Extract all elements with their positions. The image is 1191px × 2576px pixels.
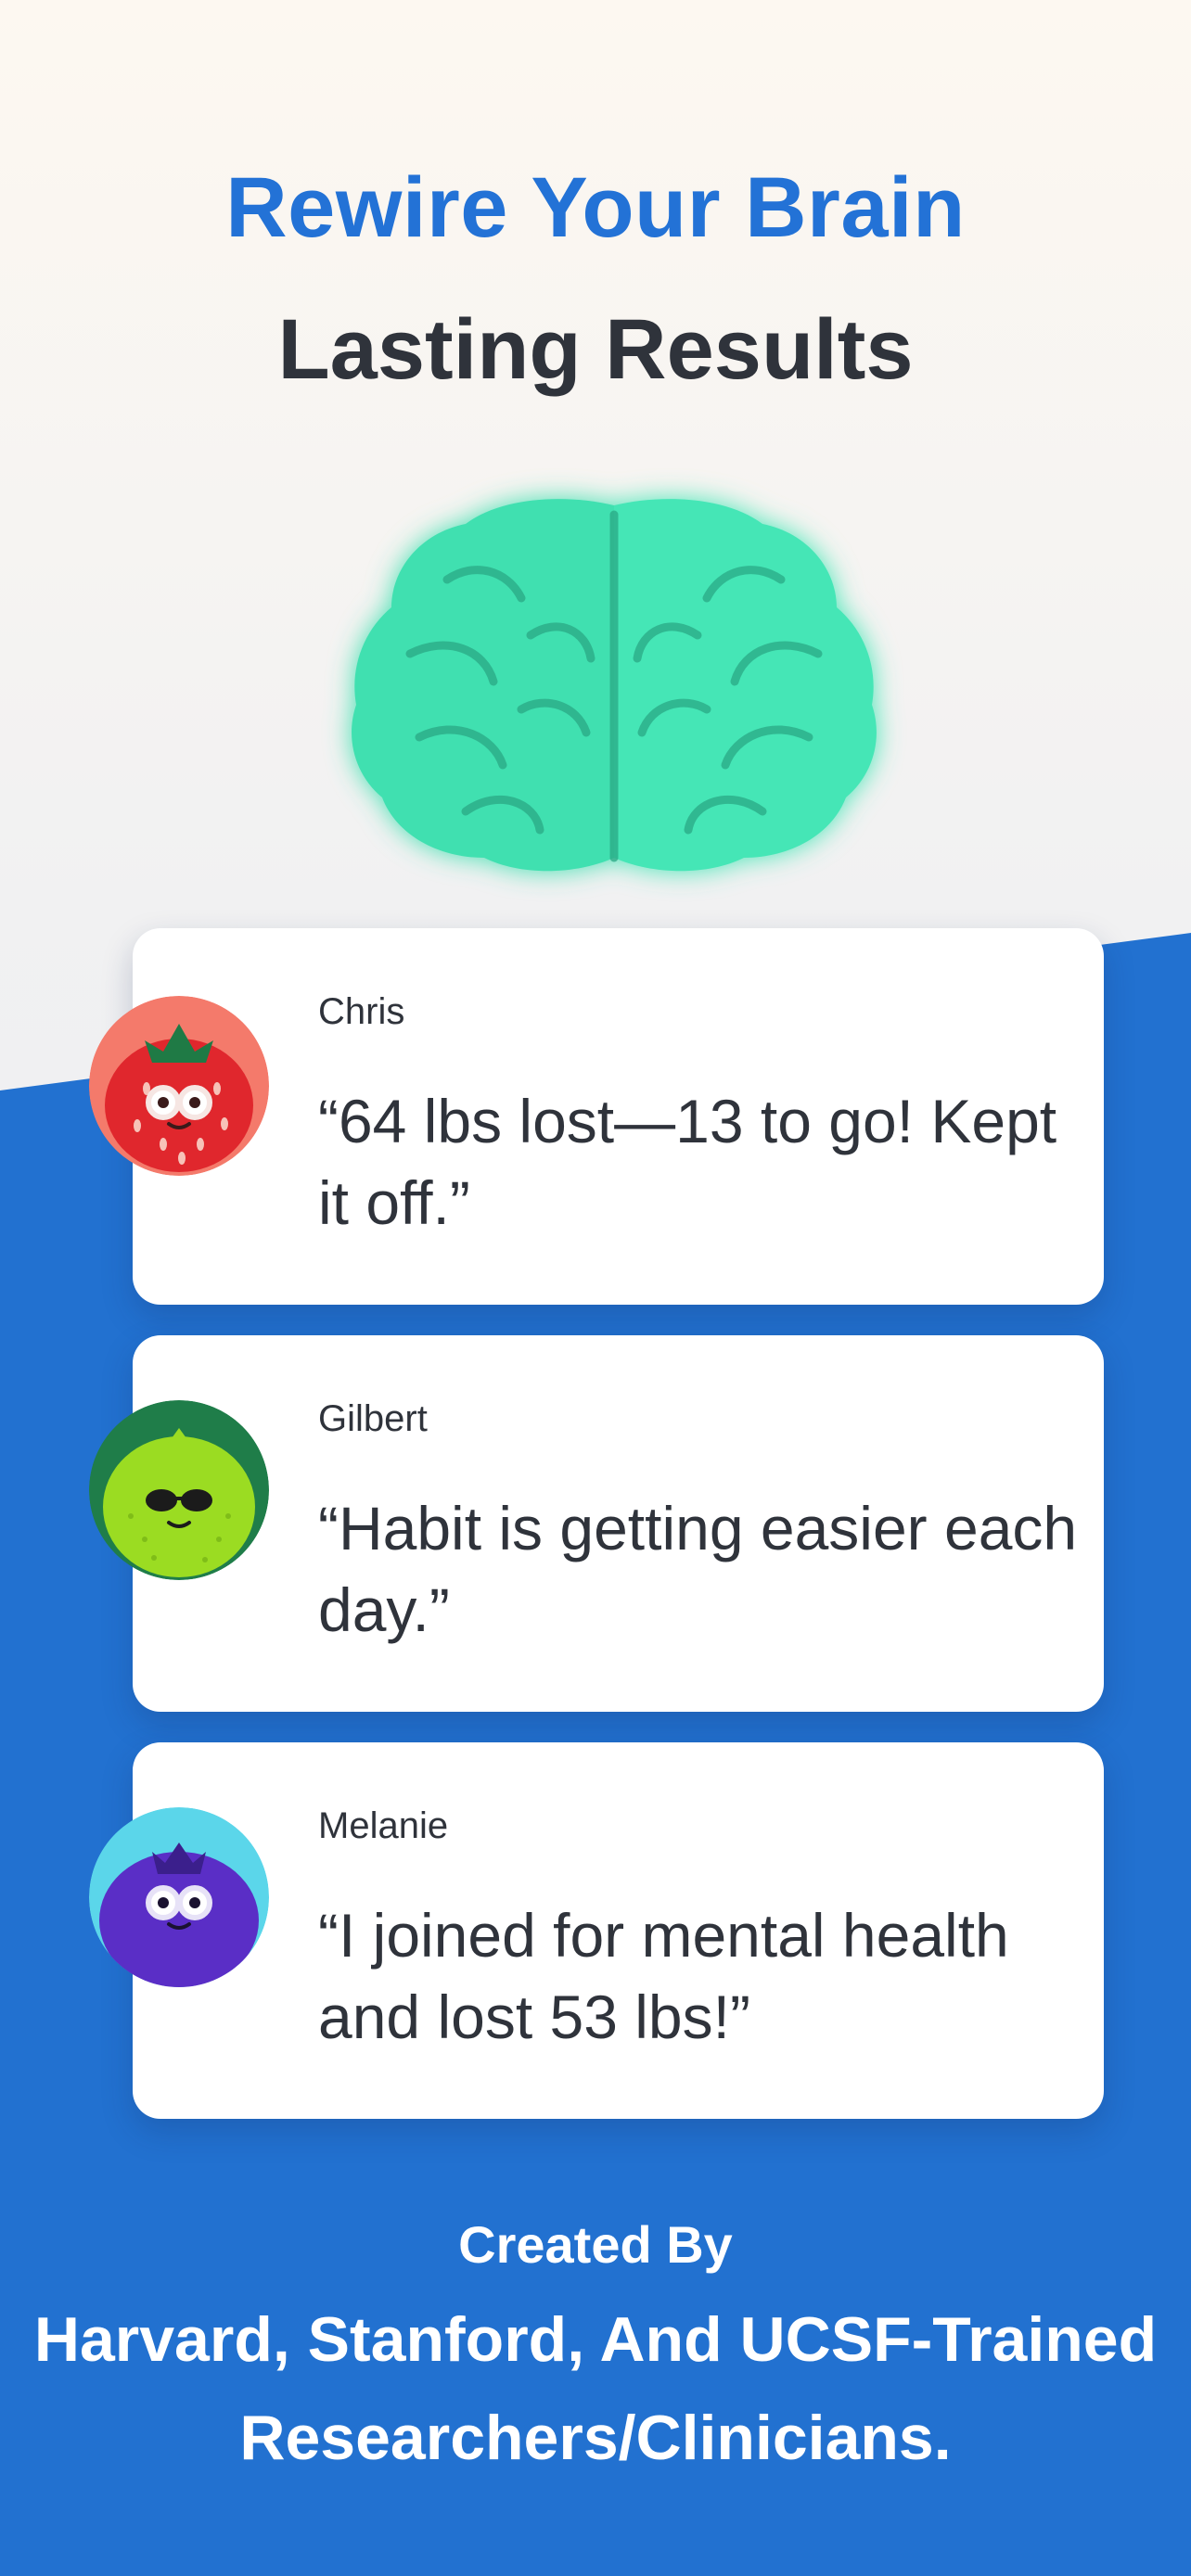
created-by-label: Created By: [458, 2215, 733, 2274]
brain-icon: [352, 499, 877, 872]
testimonial-quote: “64 lbs lost—13 to go! Kept it off.”: [318, 1087, 1057, 1237]
page-title: Rewire Your Brain: [225, 160, 966, 255]
testimonial-name: Chris: [318, 991, 405, 1032]
testimonial-card: Chris “64 lbs lost—13 to go! Kept it off…: [133, 928, 1104, 1305]
testimonial-card: Gilbert “Habit is getting easier each da…: [133, 1335, 1104, 1712]
blueberry-avatar-icon: [89, 1807, 269, 1987]
credits-text: Harvard, Stanford, And UCSF-Trained Rese…: [33, 2304, 1158, 2473]
strawberry-avatar-icon: [89, 996, 269, 1176]
testimonial-card: Melanie “I joined for mental health and …: [133, 1742, 1104, 2119]
testimonial-quote: “I joined for mental health and lost 53 …: [318, 1901, 1009, 2051]
testimonial-quote: “Habit is getting easier each day.”: [318, 1494, 1078, 1644]
testimonial-name: Gilbert: [318, 1398, 428, 1439]
lime-avatar-icon: [89, 1400, 269, 1580]
testimonial-name: Melanie: [318, 1805, 449, 1846]
page-subtitle: Lasting Results: [277, 302, 914, 397]
